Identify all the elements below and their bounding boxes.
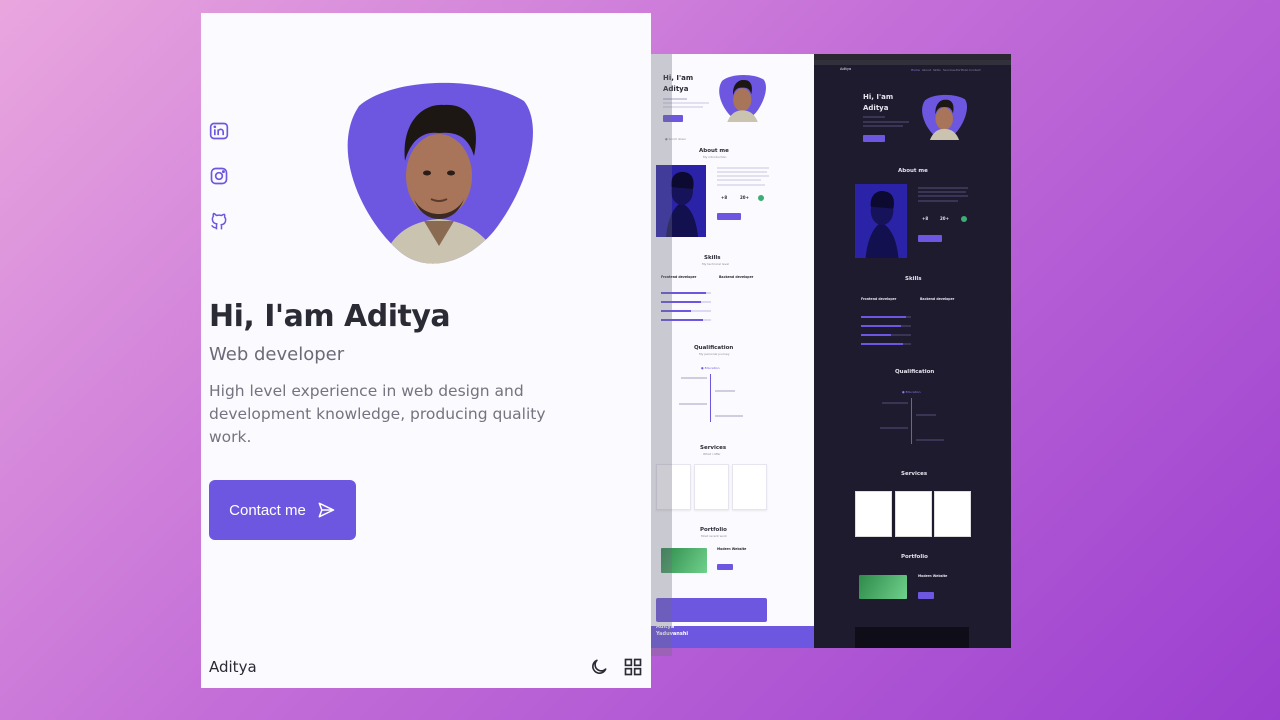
preview-nav-services: Services (943, 68, 956, 72)
hero-description: High level experience in web design and … (209, 382, 546, 446)
dark-stat-years: +8 (922, 216, 929, 221)
dark-backend: Backend developer (920, 297, 955, 301)
dark-preview-avatar (922, 94, 968, 140)
dark-portfolio-title: Portfolio (901, 554, 928, 560)
preview-nav-skills: Skills (933, 68, 941, 72)
github-icon[interactable] (209, 211, 229, 231)
preview-portfolio-title: Portfolio (700, 527, 727, 533)
footer-brand[interactable]: Aditya (209, 658, 257, 676)
mobile-portfolio-screen: Hi, I'am Aditya Web developer High level… (201, 13, 651, 688)
browser-address-bar (814, 60, 1011, 65)
instagram-icon[interactable] (209, 166, 229, 186)
dark-greeting-1: Hi, I'am (863, 93, 894, 101)
preview-portfolio-item: Modern Website (717, 547, 747, 551)
dark-services-title: Services (901, 471, 928, 477)
preview-skills-title: Skills (704, 255, 721, 261)
dark-about-image (855, 184, 907, 258)
preview-footer-strip (651, 626, 814, 648)
preview-services-title: Services (700, 445, 727, 451)
preview-about-title: About me (699, 148, 729, 154)
dark-theme-preview: Aditya Home About Skills Services Portfo… (814, 54, 1011, 648)
grid-icon[interactable] (623, 657, 643, 677)
preview-backend: Backend developer (719, 275, 754, 279)
preview-stat-projects: 20+ (740, 195, 749, 200)
light-theme-preview: Hi, I'am Aditya ● Scroll down About me M… (651, 54, 814, 648)
preview-avatar (719, 74, 766, 122)
moon-icon[interactable] (589, 657, 609, 677)
preview-stat-years: +8 (721, 195, 728, 200)
preview-nav-contact: Contact (969, 68, 981, 72)
preview-qualification-title: Qualification (694, 345, 734, 351)
linkedin-icon[interactable] (209, 121, 229, 141)
preview-nav-portfolio: Portfolio (956, 68, 969, 72)
preview-nav-brand: Aditya (840, 67, 852, 71)
dark-frontend: Frontend developer (861, 297, 897, 301)
dark-greeting-2: Aditya (863, 104, 889, 112)
send-icon (318, 502, 335, 518)
dark-stat-projects: 20+ (940, 216, 949, 221)
hero-subtitle: Web developer (209, 344, 345, 365)
preview-nav-about: About (922, 68, 931, 72)
dark-qualification-title: Qualification (895, 369, 935, 375)
profile-avatar (347, 82, 533, 264)
contact-me-label: Contact me (229, 501, 306, 519)
dark-skills-title: Skills (905, 276, 922, 282)
dark-portfolio-item: Modern Website (918, 574, 948, 578)
hero-title: Hi, I'am Aditya (209, 299, 451, 334)
contact-me-button[interactable]: Contact me (209, 480, 356, 540)
dark-about-title: About me (898, 168, 928, 174)
preview-shadow-overlay (651, 54, 672, 656)
preview-nav-home: Home (911, 68, 920, 72)
